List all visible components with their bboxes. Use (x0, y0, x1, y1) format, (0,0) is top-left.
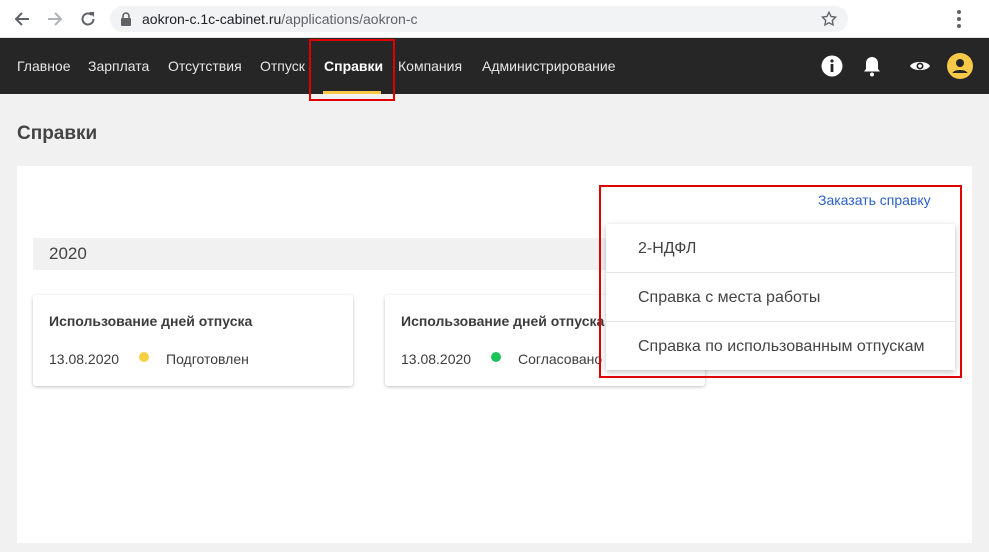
lock-icon (120, 12, 132, 31)
url-host: aokron-c.1c-cabinet.ru (142, 11, 282, 27)
back-arrow-icon[interactable] (11, 8, 33, 30)
menu-item-main[interactable]: Главное (17, 38, 71, 94)
certificate-card[interactable]: Использование дней отпуска 13.08.2020 По… (33, 295, 353, 386)
card-date: 13.08.2020 (401, 351, 472, 367)
card-date: 13.08.2020 (49, 351, 120, 367)
forward-arrow-icon[interactable] (44, 8, 66, 30)
avatar[interactable] (947, 53, 973, 79)
highlight-frame-menu (309, 39, 395, 101)
card-title: Использование дней отпуска (49, 313, 253, 329)
card-status: Согласовано (518, 351, 603, 367)
address-bar[interactable]: aokron-c.1c-cabinet.ru/applications/aokr… (110, 6, 848, 32)
bell-icon[interactable] (860, 54, 884, 78)
status-dot-icon (139, 352, 149, 362)
card-title: Использование дней отпуска (401, 313, 605, 329)
reload-icon[interactable] (77, 8, 99, 30)
url-text: aokron-c.1c-cabinet.ru/applications/aokr… (142, 11, 417, 27)
url-path: /applications/aokron-c (281, 11, 418, 27)
bookmark-star-icon[interactable] (820, 10, 838, 33)
card-status: Подготовлен (166, 351, 249, 367)
browser-toolbar: aokron-c.1c-cabinet.ru/applications/aokr… (0, 0, 989, 38)
browser-menu-icon[interactable] (956, 9, 962, 34)
highlight-frame-dropdown (599, 185, 962, 378)
info-icon[interactable] (820, 54, 844, 78)
menu-item-vacation[interactable]: Отпуск (260, 38, 305, 94)
user-icon (947, 53, 973, 79)
year-group-header (33, 238, 653, 270)
menu-item-company[interactable]: Компания (398, 38, 462, 94)
eye-icon[interactable] (908, 54, 932, 78)
year-label: 2020 (49, 244, 87, 263)
status-dot-icon (491, 352, 501, 362)
menu-item-administration[interactable]: Администрирование (482, 38, 616, 94)
menu-item-absences[interactable]: Отсутствия (168, 38, 242, 94)
page-title: Справки (17, 123, 98, 144)
menu-item-salary[interactable]: Зарплата (88, 38, 149, 94)
